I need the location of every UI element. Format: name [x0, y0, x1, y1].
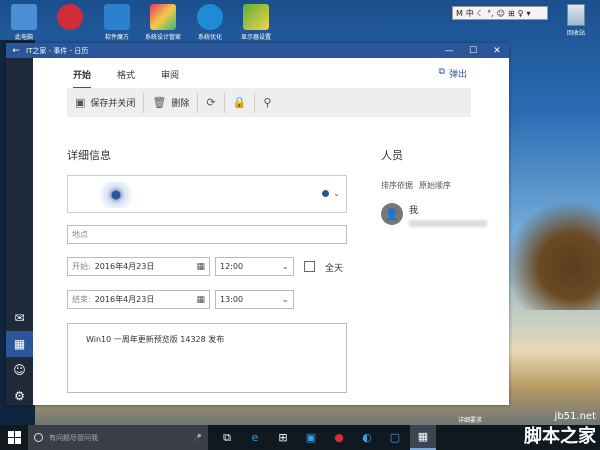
scheduling-assistant-button[interactable]: ⚲	[255, 88, 279, 117]
tab-start[interactable]: 开始	[73, 68, 92, 89]
windows-logo-icon	[7, 431, 21, 444]
start-date-field[interactable]: 开始: 2016年4月23日 ▦	[67, 257, 210, 276]
chevron-down-icon: ⌄	[333, 189, 340, 198]
private-button[interactable]: 🔒	[225, 88, 255, 117]
popout-button[interactable]: ⧉ 弹出	[439, 67, 467, 80]
system-manager-icon	[150, 4, 176, 30]
notes-textarea[interactable]: Win10 一周年更新预览版 14328 发布	[67, 323, 347, 393]
calendar-picker-icon[interactable]: ▦	[196, 262, 205, 272]
close-button[interactable]: ✕	[485, 46, 509, 56]
app-icon	[57, 4, 83, 30]
end-date-field[interactable]: 结束: 2016年4月23日 ▦	[67, 290, 210, 309]
square-app-icon[interactable]: ▢	[382, 425, 408, 450]
desktop-icon-this-pc[interactable]: 此电脑	[2, 4, 46, 41]
title-bar[interactable]: ← IT之家 - 事件 - 日历 — ☐ ✕	[6, 43, 509, 58]
desktop-icon-system-manager[interactable]: 系统设计管家	[141, 4, 185, 41]
mail-icon[interactable]: ✉	[6, 305, 33, 331]
lock-icon: 🔒	[232, 96, 247, 109]
repeat-icon: ⟳	[206, 96, 216, 109]
task-view-icon[interactable]: ⧉	[214, 425, 240, 450]
desktop-icon-app[interactable]	[48, 4, 92, 32]
desktop-icon-recycle-bin[interactable]: 回收站	[560, 4, 592, 37]
store-icon[interactable]: ⊞	[270, 425, 296, 450]
delete-button[interactable]: 🗑 删除	[144, 88, 197, 117]
language-bar[interactable]: M 中 ☾ °, ☺ ⊞ ♀ ▾	[452, 6, 548, 20]
calendar-color-picker[interactable]: ⌄	[322, 189, 340, 198]
punctuation-icon[interactable]: °,	[487, 9, 494, 18]
taskbar: 有问题尽管问我 🎤 ⧉ e ⊞ ▣ ● ◐ ▢ ▦	[0, 425, 600, 450]
keyboard-icon[interactable]: ⊞	[508, 9, 515, 18]
toolbar: ▣ 保存并关闭 🗑 删除 ⟳ 🔒 ⚲	[67, 88, 471, 117]
desktop-icon-software-cube[interactable]: 软件魔方	[95, 4, 139, 41]
email-blurred	[409, 220, 487, 227]
display-settings-icon	[243, 4, 269, 30]
people-heading: 人员	[381, 149, 403, 162]
chevron-down-icon[interactable]: ▾	[527, 9, 531, 18]
start-time-select[interactable]: 12:00 ⌄	[215, 257, 294, 276]
maximize-button[interactable]: ☐	[461, 46, 485, 56]
repeat-button[interactable]: ⟳	[198, 88, 223, 117]
desktop-icon-display[interactable]: 显示器设置	[234, 4, 278, 41]
details-heading: 详细信息	[67, 149, 111, 162]
microphone-icon[interactable]: 🎤	[193, 434, 202, 442]
notification-text: 详细要求	[457, 417, 482, 424]
optimizer-icon	[197, 4, 223, 30]
desktop-wallpaper-rock	[505, 200, 600, 310]
calendar-taskbar-icon[interactable]: ▦	[410, 425, 436, 450]
app-nav-bar: ✉ ▦ ☺ ⚙	[6, 58, 33, 405]
end-time-select[interactable]: 13:00 ⌄	[215, 290, 294, 309]
app-square-icon[interactable]: ▣	[298, 425, 324, 450]
cortana-circle-icon	[34, 433, 43, 442]
cortana-search[interactable]: 有问题尽管问我 🎤	[28, 425, 208, 450]
calendar-picker-icon[interactable]: ▦	[196, 295, 205, 305]
allday-label: 全天	[325, 264, 344, 274]
people-sort[interactable]: 排序依据 原始顺序	[381, 180, 451, 191]
people-icon[interactable]: ☺	[6, 357, 33, 383]
software-cube-icon	[104, 4, 130, 30]
trash-icon: 🗑	[152, 96, 167, 109]
edge-icon[interactable]: e	[242, 425, 268, 450]
red-app-icon[interactable]: ●	[326, 425, 352, 450]
watermark: jb51.net 脚本之家	[524, 411, 596, 447]
event-name-field[interactable]: ⌄	[67, 175, 347, 213]
calendar-window: ← IT之家 - 事件 - 日历 — ☐ ✕ ✉ ▦ ☺ ⚙ 开始 格式 审阅 …	[6, 43, 509, 405]
moon-icon[interactable]: ☾	[477, 9, 484, 18]
location-field[interactable]: 地点	[67, 225, 347, 244]
settings-icon[interactable]: ⚙	[6, 383, 33, 409]
recycle-bin-icon	[567, 4, 585, 26]
event-editor: 开始 格式 审阅 ⧉ 弹出 ▣ 保存并关闭 🗑 删除 ⟳ 🔒 ⚲ 详细信息 ⌄ …	[33, 58, 509, 405]
taskbar-apps: ⧉ e ⊞ ▣ ● ◐ ▢ ▦	[214, 425, 436, 450]
allday-checkbox[interactable]	[304, 261, 315, 272]
person-me[interactable]: 👤 我	[381, 203, 487, 227]
back-arrow-icon[interactable]: ←	[6, 46, 26, 56]
avatar: 👤	[381, 203, 403, 225]
popout-icon: ⧉	[438, 67, 445, 77]
calendar-color-dot	[322, 190, 330, 197]
user-icon[interactable]: ♀	[518, 9, 524, 18]
chevron-down-icon: ⌄	[281, 294, 289, 305]
save-close-button[interactable]: ▣ 保存并关闭	[67, 88, 143, 117]
search-icon: ⚲	[263, 96, 272, 109]
blue-app-icon[interactable]: ◐	[354, 425, 380, 450]
minimize-button[interactable]: —	[437, 46, 461, 56]
chevron-down-icon: ⌄	[281, 261, 289, 272]
start-button[interactable]	[0, 425, 28, 450]
event-name-blurred	[74, 182, 144, 208]
desktop-icon-optimizer[interactable]: 系统优化	[188, 4, 232, 41]
calendar-icon[interactable]: ▦	[6, 331, 33, 357]
ribbon-tabs: 开始 格式 审阅	[73, 68, 179, 89]
tab-review[interactable]: 审阅	[161, 68, 179, 89]
tab-format[interactable]: 格式	[117, 68, 135, 89]
ime-language[interactable]: 中	[466, 8, 474, 19]
window-title: IT之家 - 事件 - 日历	[26, 46, 89, 55]
save-icon: ▣	[75, 96, 86, 109]
ime-mode[interactable]: M	[456, 9, 463, 18]
computer-icon	[11, 4, 37, 30]
emoji-icon[interactable]: ☺	[497, 9, 505, 18]
